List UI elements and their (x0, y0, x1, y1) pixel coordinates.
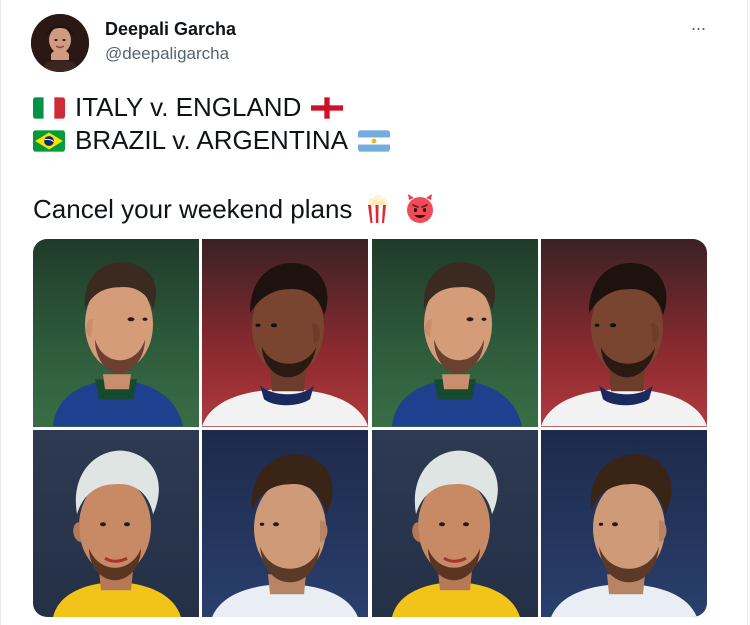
more-options-icon[interactable]: ··· (683, 18, 713, 38)
player-photo-brazil (372, 429, 538, 617)
media-image-right[interactable] (372, 239, 707, 617)
tweet-line-weekend: Cancel your weekend plans (33, 193, 436, 225)
flag-england-icon (311, 96, 344, 119)
flag-italy-icon (33, 96, 65, 119)
tweet-media[interactable] (33, 239, 707, 617)
player-photo-england (202, 239, 368, 427)
player-photo-brazil (33, 429, 199, 617)
author-name[interactable]: Deepali Garcha (105, 19, 236, 40)
tweet-line-3-text: Cancel your weekend plans (33, 193, 353, 224)
tweet-line-brazil-argentina: BRAZIL v. ARGENTINA (33, 125, 391, 156)
media-image-left[interactable] (33, 239, 368, 617)
flag-argentina-icon (358, 129, 391, 152)
player-photo-italy (372, 239, 538, 427)
tweet-line-1-text: ITALY v. ENGLAND (75, 92, 302, 122)
avatar-image (31, 14, 89, 72)
player-photo-argentina (202, 429, 368, 617)
player-photo-argentina (541, 429, 707, 617)
author-handle[interactable]: @deepaligarcha (105, 44, 229, 64)
flag-brazil-icon (33, 129, 65, 152)
popcorn-icon (362, 193, 394, 225)
tweet-line-italy-england: ITALY v. ENGLAND (33, 92, 344, 123)
smiling-face-with-horns-icon (404, 193, 436, 225)
tweet-card: Deepali Garcha @deepaligarcha ··· ITALY … (0, 0, 748, 625)
avatar[interactable] (31, 14, 89, 72)
player-photo-italy (33, 239, 199, 427)
player-photo-england (541, 239, 707, 427)
tweet-line-2-text: BRAZIL v. ARGENTINA (75, 125, 349, 155)
